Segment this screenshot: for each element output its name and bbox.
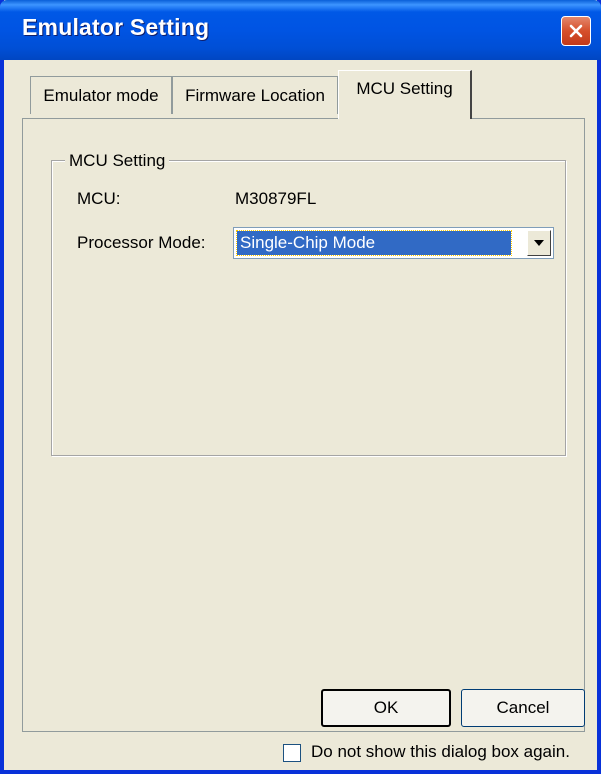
processor-mode-value: Single-Chip Mode [236, 230, 512, 256]
cancel-button[interactable]: Cancel [461, 689, 585, 727]
ok-button[interactable]: OK [321, 689, 451, 727]
chevron-down-icon [534, 240, 544, 246]
mcu-value: M30879FL [235, 189, 317, 208]
groupbox-title: MCU Setting [65, 151, 170, 171]
mcu-label: MCU: [77, 189, 121, 208]
dont-show-again-checkbox[interactable] [283, 744, 301, 762]
dropdown-button[interactable] [527, 230, 551, 256]
tab-emulator-mode[interactable]: Emulator mode [30, 76, 172, 114]
close-button[interactable] [561, 16, 591, 46]
processor-mode-select[interactable]: Single-Chip Mode [233, 227, 554, 259]
tab-firmware-location[interactable]: Firmware Location [172, 76, 338, 114]
processor-mode-label: Processor Mode: [77, 233, 206, 252]
window-title: Emulator Setting [22, 14, 210, 40]
title-bar[interactable]: Emulator Setting [0, 0, 601, 60]
dont-show-again-label[interactable]: Do not show this dialog box again. [311, 742, 570, 762]
tab-mcu-setting[interactable]: MCU Setting [338, 70, 472, 119]
close-icon [569, 24, 583, 38]
